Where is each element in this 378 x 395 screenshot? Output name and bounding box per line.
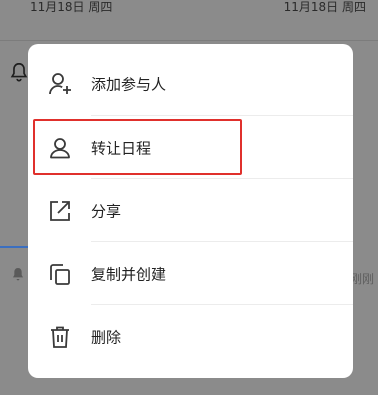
background-time-text: 刚刚 (349, 272, 374, 286)
menu-item-label: 分享 (91, 202, 122, 220)
background-divider (0, 40, 378, 41)
menu-item-label: 转让日程 (91, 139, 152, 157)
menu-item-label: 删除 (91, 328, 122, 346)
background-accent-line (0, 246, 28, 248)
menu-item-copy-create[interactable]: 复制并创建 (28, 242, 353, 305)
menu-item-add-participant[interactable]: 添加参与人 (28, 52, 353, 115)
small-bell-icon (13, 268, 23, 281)
menu-item-transfer-schedule[interactable]: 转让日程 (28, 116, 353, 179)
menu-item-label: 复制并创建 (91, 265, 167, 283)
add-person-icon (46, 70, 74, 98)
person-transfer-icon (46, 134, 74, 162)
menu-item-delete[interactable]: 删除 (28, 305, 353, 368)
bell-icon (10, 62, 28, 82)
menu-item-label: 添加参与人 (91, 75, 167, 93)
background-date-left: 11月18日 周四 (30, 0, 113, 14)
context-menu: 添加参与人 转让日程 分享 复制并创建 删除 (28, 44, 353, 378)
share-icon (46, 197, 74, 225)
copy-icon (46, 260, 74, 288)
menu-item-share[interactable]: 分享 (28, 179, 353, 242)
trash-icon (46, 323, 74, 351)
background-date-right: 11月18日 周四 (283, 0, 366, 14)
